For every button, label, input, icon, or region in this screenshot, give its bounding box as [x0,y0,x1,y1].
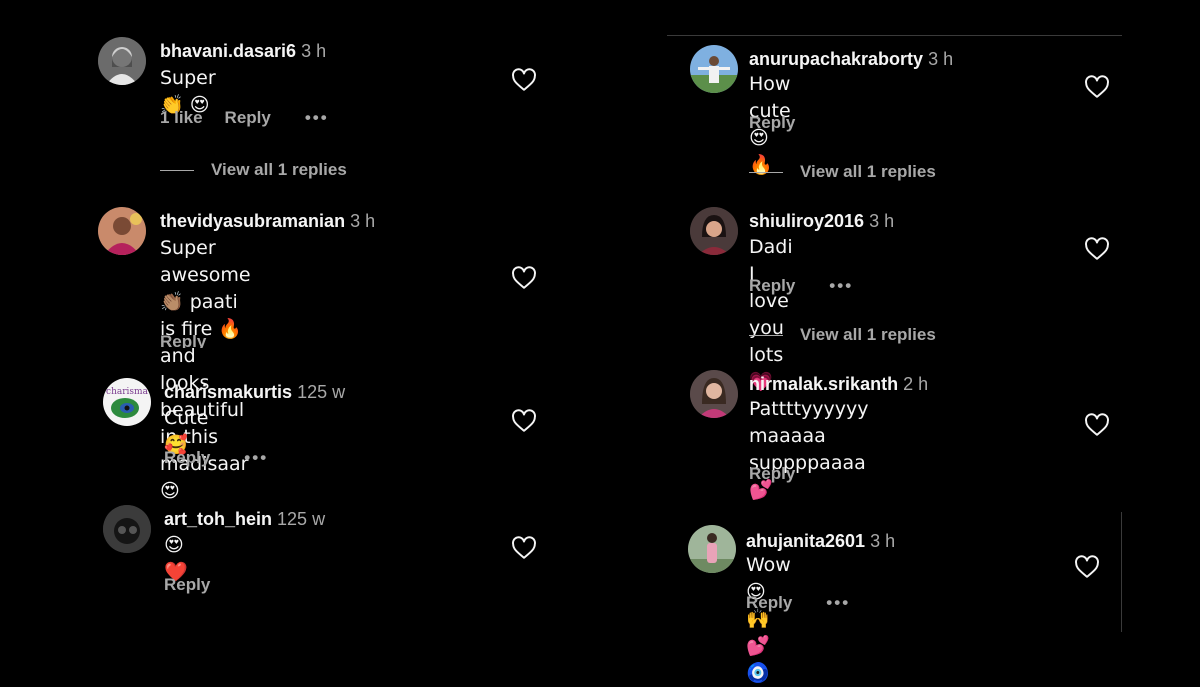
heart-outline-icon[interactable] [511,409,537,433]
reply-button[interactable]: Reply [749,276,795,295]
heart-outline-icon[interactable] [511,536,537,560]
timestamp: 125 w [277,509,326,529]
reply-button[interactable]: Reply [749,113,795,132]
avatar[interactable] [98,207,146,255]
username[interactable]: shiuliroy2016 [749,211,864,231]
timestamp: 3 h [870,531,896,551]
comment-text: Wow 😍 🙌 💕 🧿 [746,554,791,684]
view-replies-button[interactable]: View all 1 replies [749,325,936,345]
more-options-icon[interactable]: ••• [305,108,329,127]
comment-text: Dadi I love you lots 💗 [749,236,793,393]
more-options-icon[interactable]: ••• [829,276,853,295]
heart-outline-icon[interactable] [511,68,537,92]
username[interactable]: charismakurtis [164,382,292,402]
divider-line [749,335,783,337]
timestamp: 125 w [297,382,346,402]
heart-outline-icon[interactable] [1084,413,1110,437]
reply-button[interactable]: Reply [160,332,206,348]
top-divider [667,35,1122,36]
divider-line [160,170,194,172]
reply-button[interactable]: Reply [225,108,271,127]
username[interactable]: thevidyasubramanian [160,211,345,231]
heart-outline-icon[interactable] [1084,75,1110,99]
username[interactable]: nirmalak.srikanth [749,374,898,394]
username[interactable]: art_toh_hein [164,509,272,529]
avatar[interactable]: charisma [103,378,151,426]
reply-button[interactable]: Reply [164,575,210,594]
timestamp: 3 h [869,211,895,231]
timestamp: 3 h [350,211,376,231]
reply-button[interactable]: Reply [746,593,792,612]
likes-count[interactable]: 1 like [160,108,203,127]
username[interactable]: bhavani.dasari6 [160,41,296,61]
timestamp: 3 h [301,41,327,61]
reply-button[interactable]: Reply [749,464,795,483]
reply-button[interactable]: Reply [164,448,210,467]
avatar[interactable] [98,37,146,85]
heart-outline-icon[interactable] [1084,237,1110,261]
more-options-icon[interactable]: ••• [244,448,268,467]
svg-text:charisma: charisma [106,387,149,397]
username[interactable]: ahujanita2601 [746,531,865,551]
avatar[interactable] [690,45,738,93]
heart-outline-icon[interactable] [1074,555,1100,579]
timestamp: 3 h [928,49,954,69]
view-replies-button[interactable]: View all 1 replies [749,162,936,182]
avatar[interactable] [690,370,738,418]
scrollbar[interactable] [1121,512,1122,632]
comment-text: Pattttyyyyyy maaaaa suppppaaaa 💕 [749,398,869,501]
avatar[interactable] [690,207,738,255]
view-replies-button[interactable]: View all 1 replies [160,160,347,180]
avatar[interactable] [688,525,736,573]
divider-line [749,172,783,174]
username[interactable]: anurupachakraborty [749,49,923,69]
more-options-icon[interactable]: ••• [826,593,850,612]
heart-outline-icon[interactable] [511,266,537,290]
avatar[interactable] [103,505,151,553]
timestamp: 2 h [903,374,929,394]
